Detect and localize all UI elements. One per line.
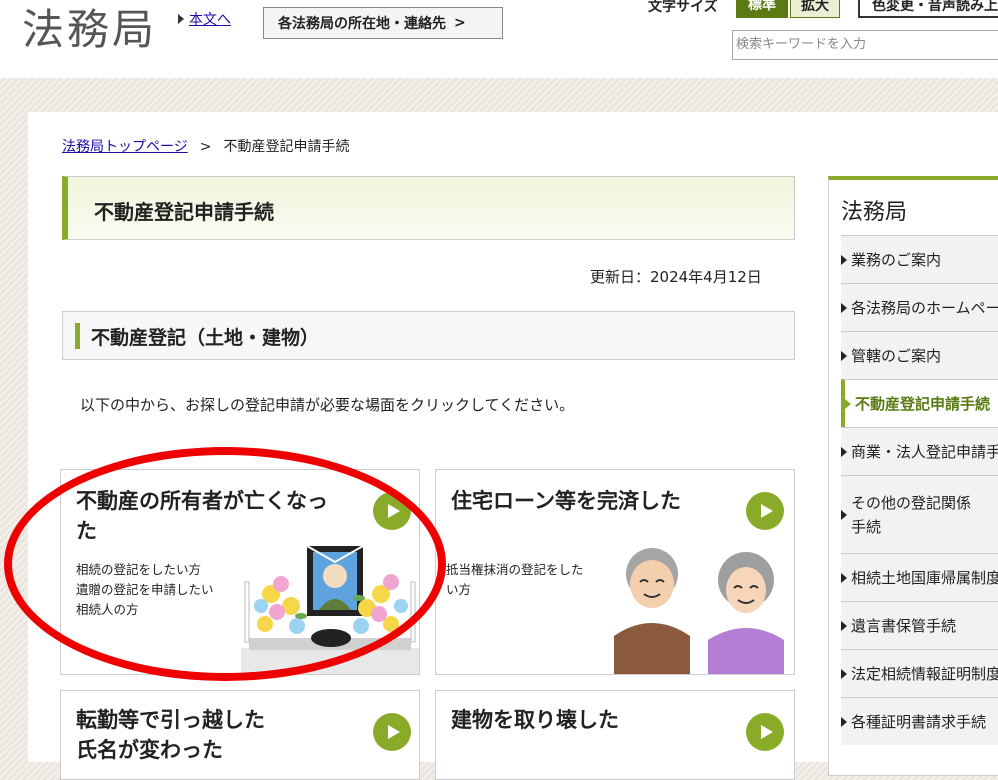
- sidebar-item-jurisdiction[interactable]: 管轄のご案内: [841, 331, 998, 379]
- breadcrumb: 法務局トップページ > 不動産登記申請手続: [62, 136, 349, 156]
- triangle-right-icon: [841, 302, 847, 313]
- triangle-right-icon: [841, 620, 847, 631]
- page-title-box: 不動産登記申請手続: [62, 176, 795, 240]
- search-input[interactable]: 検索キーワードを入力: [732, 30, 998, 60]
- page-title: 不動産登記申請手続: [94, 200, 274, 224]
- skip-to-content-link[interactable]: 本文へ: [189, 9, 231, 29]
- play-arrow-icon[interactable]: [746, 492, 784, 530]
- sidebar-item-real-estate-registration[interactable]: 不動産登記申請手続: [841, 379, 998, 427]
- card-desc-line: い方: [446, 582, 472, 597]
- sidebar-item-label: 業務のご案内: [851, 251, 942, 269]
- card-owner-deceased[interactable]: 不動産の所有者が亡くなっ た 相続の登記をしたい方 遺贈の登記を申請したい 相続…: [60, 469, 420, 675]
- intro-text: 以下の中から、お探しの登記申請が必要な場面をクリックしてください。: [80, 396, 575, 414]
- sidebar-item-label: 不動産登記申請手続: [855, 395, 991, 413]
- triangle-right-icon: [841, 446, 847, 457]
- triangle-right-icon: [841, 572, 847, 583]
- site-logo[interactable]: 法務局: [22, 0, 157, 57]
- sidebar-item-label: 法定相続情報証明制度: [851, 665, 998, 683]
- elderly-couple-illustration: [614, 548, 784, 674]
- sidebar-item-label: 各種証明書請求手続: [851, 713, 987, 731]
- chevron-right-icon: >: [454, 15, 466, 31]
- card-title-line1: 転勤等で引っ越した: [76, 708, 265, 732]
- font-size-label: 文字サイズ: [648, 0, 718, 15]
- triangle-right-icon: [841, 509, 847, 520]
- breadcrumb-current: 不動産登記申請手続: [223, 139, 350, 155]
- card-title: 転勤等で引っ越した 氏名が変わった: [76, 705, 265, 765]
- card-title: 住宅ローン等を完済した: [451, 489, 681, 513]
- section-accent-bar: [75, 323, 80, 349]
- card-title-line2: 氏名が変わった: [76, 738, 223, 762]
- play-arrow-icon[interactable]: [373, 492, 411, 530]
- sidebar: 法務局 業務のご案内 各法務局のホームページ 管轄のご案内 不動産登記申請手続 …: [828, 176, 998, 776]
- funeral-altar-illustration: [241, 545, 419, 674]
- card-desc-line: 相続の登記をしたい方: [76, 562, 202, 577]
- office-locations-button[interactable]: 各法務局の所在地・連絡先 >: [263, 7, 503, 39]
- triangle-right-icon: [841, 668, 847, 679]
- sidebar-item-inheritance-info[interactable]: 法定相続情報証明制度: [841, 649, 998, 697]
- card-title: 建物を取り壊した: [451, 708, 619, 732]
- triangle-right-icon: [845, 398, 851, 409]
- sidebar-item-label: 相続土地国庫帰属制度: [851, 569, 998, 587]
- sidebar-title: 法務局: [841, 200, 908, 225]
- sidebar-item-label: 各法務局のホームページ: [851, 299, 998, 317]
- sidebar-item-inherited-land[interactable]: 相続土地国庫帰属制度: [841, 553, 998, 601]
- sidebar-item-other-registration[interactable]: その他の登記関係 手続: [841, 475, 998, 553]
- sidebar-item-business-guide[interactable]: 業務のご案内: [841, 235, 998, 283]
- card-desc-line: 遺贈の登記を申請したい: [76, 582, 214, 597]
- breadcrumb-separator: >: [199, 139, 212, 155]
- color-voice-button[interactable]: 色変更・音声読み上げ: [858, 0, 998, 18]
- sidebar-item-label-line1: その他の登記関係: [851, 493, 972, 512]
- play-arrow-icon[interactable]: [373, 713, 411, 751]
- card-description: 相続の登記をしたい方 遺贈の登記を申請したい 相続人の方: [76, 560, 214, 620]
- sidebar-item-will-storage[interactable]: 遺言書保管手続: [841, 601, 998, 649]
- sidebar-item-label: 遺言書保管手続: [851, 617, 957, 635]
- site-header: 法務局 本文へ 各法務局の所在地・連絡先 > 文字サイズ 標準 拡大 色変更・音…: [0, 0, 998, 78]
- sidebar-item-commercial-registration[interactable]: 商業・法人登記申請手続: [841, 427, 998, 475]
- sidebar-item-label-line2: 手続: [851, 517, 882, 536]
- updated-date: 更新日：2024年4月12日: [590, 268, 762, 286]
- card-title-line2: た: [76, 519, 97, 543]
- font-size-large-button[interactable]: 拡大: [790, 0, 840, 18]
- sidebar-item-bureau-homepages[interactable]: 各法務局のホームページ: [841, 283, 998, 331]
- font-size-standard-button[interactable]: 標準: [736, 0, 788, 18]
- sidebar-item-label: 商業・法人登記申請手続: [851, 443, 998, 461]
- card-loan-repaid[interactable]: 住宅ローン等を完済した 抵当権抹消の登記をした い方: [435, 469, 795, 675]
- card-title-line1: 不動産の所有者が亡くなっ: [76, 489, 328, 513]
- triangle-right-icon: [841, 716, 847, 727]
- card-moved-name-changed[interactable]: 転勤等で引っ越した 氏名が変わった: [60, 690, 420, 780]
- card-title: 不動産の所有者が亡くなっ た: [76, 486, 328, 546]
- card-description: 抵当権抹消の登記をした い方: [446, 560, 584, 600]
- sidebar-item-certificates[interactable]: 各種証明書請求手続: [841, 697, 998, 745]
- section-title: 不動産登記（土地・建物）: [91, 327, 320, 349]
- breadcrumb-home-link[interactable]: 法務局トップページ: [62, 139, 188, 155]
- sidebar-nav: 業務のご案内 各法務局のホームページ 管轄のご案内 不動産登記申請手続 商業・法…: [841, 235, 998, 745]
- card-desc-line: 相続人の方: [76, 602, 139, 617]
- triangle-right-icon: [841, 350, 847, 361]
- card-desc-line: 抵当権抹消の登記をした: [446, 562, 584, 577]
- play-arrow-icon[interactable]: [746, 713, 784, 751]
- triangle-right-icon: [841, 254, 847, 265]
- sidebar-item-label: 管轄のご案内: [851, 347, 942, 365]
- card-building-demolished[interactable]: 建物を取り壊した: [435, 690, 795, 780]
- office-locations-label: 各法務局の所在地・連絡先: [278, 16, 446, 32]
- sidebar-item-label: その他の登記関係 手続: [851, 491, 971, 539]
- triangle-right-icon: [178, 14, 184, 24]
- section-heading-box: 不動産登記（土地・建物）: [62, 311, 795, 360]
